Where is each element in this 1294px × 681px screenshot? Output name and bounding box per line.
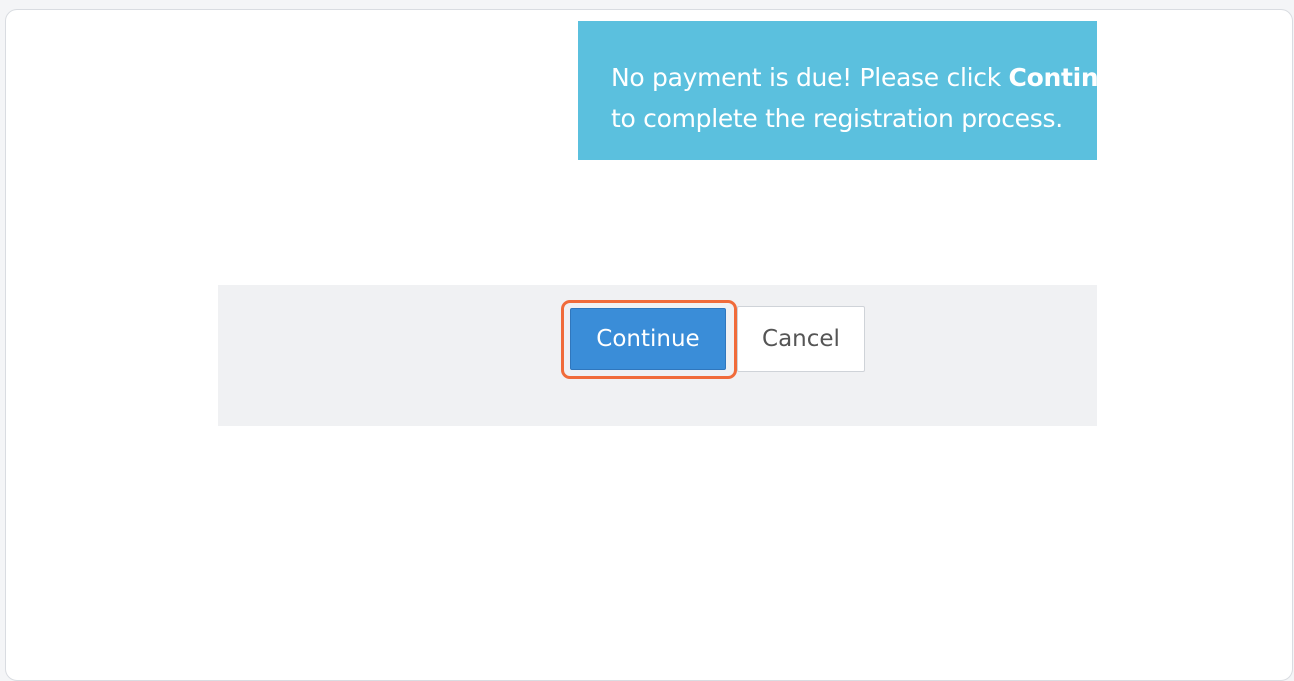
screenshot-frame: No payment is due! Please click Continue…: [5, 9, 1293, 681]
form-action-bar: Continue Cancel: [218, 285, 1097, 426]
page-viewport: No payment is due! Please click Continue…: [6, 10, 1097, 670]
cancel-button[interactable]: Cancel: [737, 306, 865, 372]
alert-line-2: to complete the registration process.: [611, 104, 1063, 133]
alert-line-1: No payment is due! Please click Continue: [611, 57, 1097, 98]
alert-text-prefix: No payment is due! Please click: [611, 63, 1009, 92]
info-alert: No payment is due! Please click Continue…: [578, 21, 1097, 160]
continue-button[interactable]: Continue: [570, 308, 726, 370]
alert-text-bold: Continue: [1008, 63, 1097, 92]
